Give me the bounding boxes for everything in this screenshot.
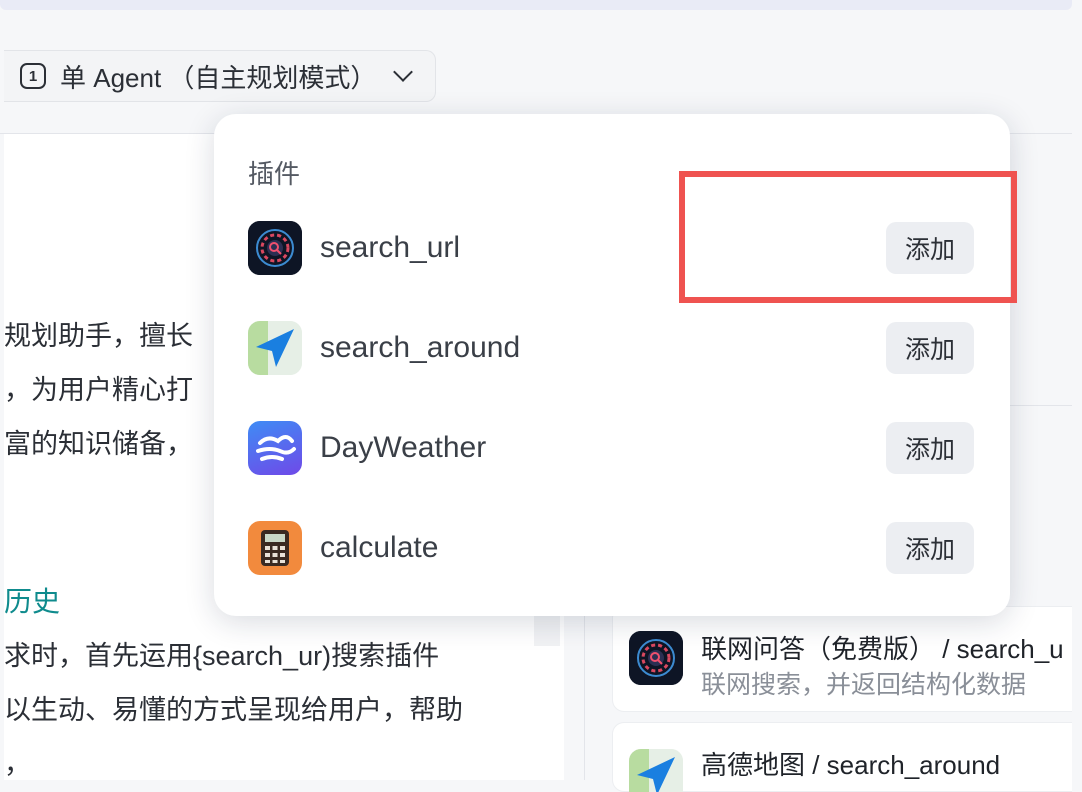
plugin-row-search-around: search_around 添加	[248, 316, 978, 380]
plugin-card-search-around[interactable]: 高德地图 / search_around	[612, 722, 1072, 792]
agent-mode-selector[interactable]: 1 单 Agent （自主规划模式）	[4, 50, 436, 102]
panel-divider	[1010, 405, 1072, 406]
single-agent-icon: 1	[20, 63, 46, 89]
add-plugin-button[interactable]: 添加	[886, 422, 974, 474]
top-strip	[0, 0, 1072, 10]
highlight-annotation-box	[679, 171, 1017, 303]
add-plugin-button[interactable]: 添加	[886, 322, 974, 374]
plugin-row-dayweather: DayWeather 添加	[248, 416, 978, 480]
plugin-name: DayWeather	[320, 431, 487, 464]
section-heading: 历史	[4, 586, 61, 617]
plugin-name: calculate	[320, 531, 439, 564]
plugin-card-search-url[interactable]: 联网问答（免费版） / search_u 联网搜索，并返回结构化数据	[612, 606, 1072, 712]
map-arrow-icon	[248, 321, 302, 375]
add-plugin-button[interactable]: 添加	[886, 522, 974, 574]
plugin-card-title: 联网问答（免费版） / search_u	[701, 634, 1064, 664]
plugin-row-calculate: calculate 添加	[248, 516, 978, 580]
plugin-card-description: 联网搜索，并返回结构化数据	[701, 671, 1027, 699]
calculator-icon	[248, 521, 302, 575]
prompt-text-line: 规划助手，擅长	[4, 321, 193, 351]
prompt-text-line: ，为用户精心打	[4, 375, 193, 405]
search-url-icon	[629, 631, 683, 685]
chevron-down-icon[interactable]	[393, 62, 414, 82]
prompt-text-line: ，	[4, 749, 31, 779]
popover-title: 插件	[248, 159, 301, 189]
plugin-card-title: 高德地图 / search_around	[701, 750, 1001, 780]
agent-mode-label: 单 Agent （自主规划模式）	[60, 62, 377, 93]
search-url-icon	[248, 221, 302, 275]
map-arrow-icon	[629, 749, 683, 792]
weather-icon	[248, 421, 302, 475]
plugin-name: search_around	[320, 331, 521, 364]
prompt-text-line: 求时，首先运用{search_ur)搜索插件	[4, 641, 440, 671]
plugin-name: search_url	[320, 231, 461, 264]
prompt-text-line: 富的知识储备，	[4, 429, 193, 459]
prompt-text-line: 以生动、易懂的方式呈现给用户，帮助	[4, 695, 463, 725]
